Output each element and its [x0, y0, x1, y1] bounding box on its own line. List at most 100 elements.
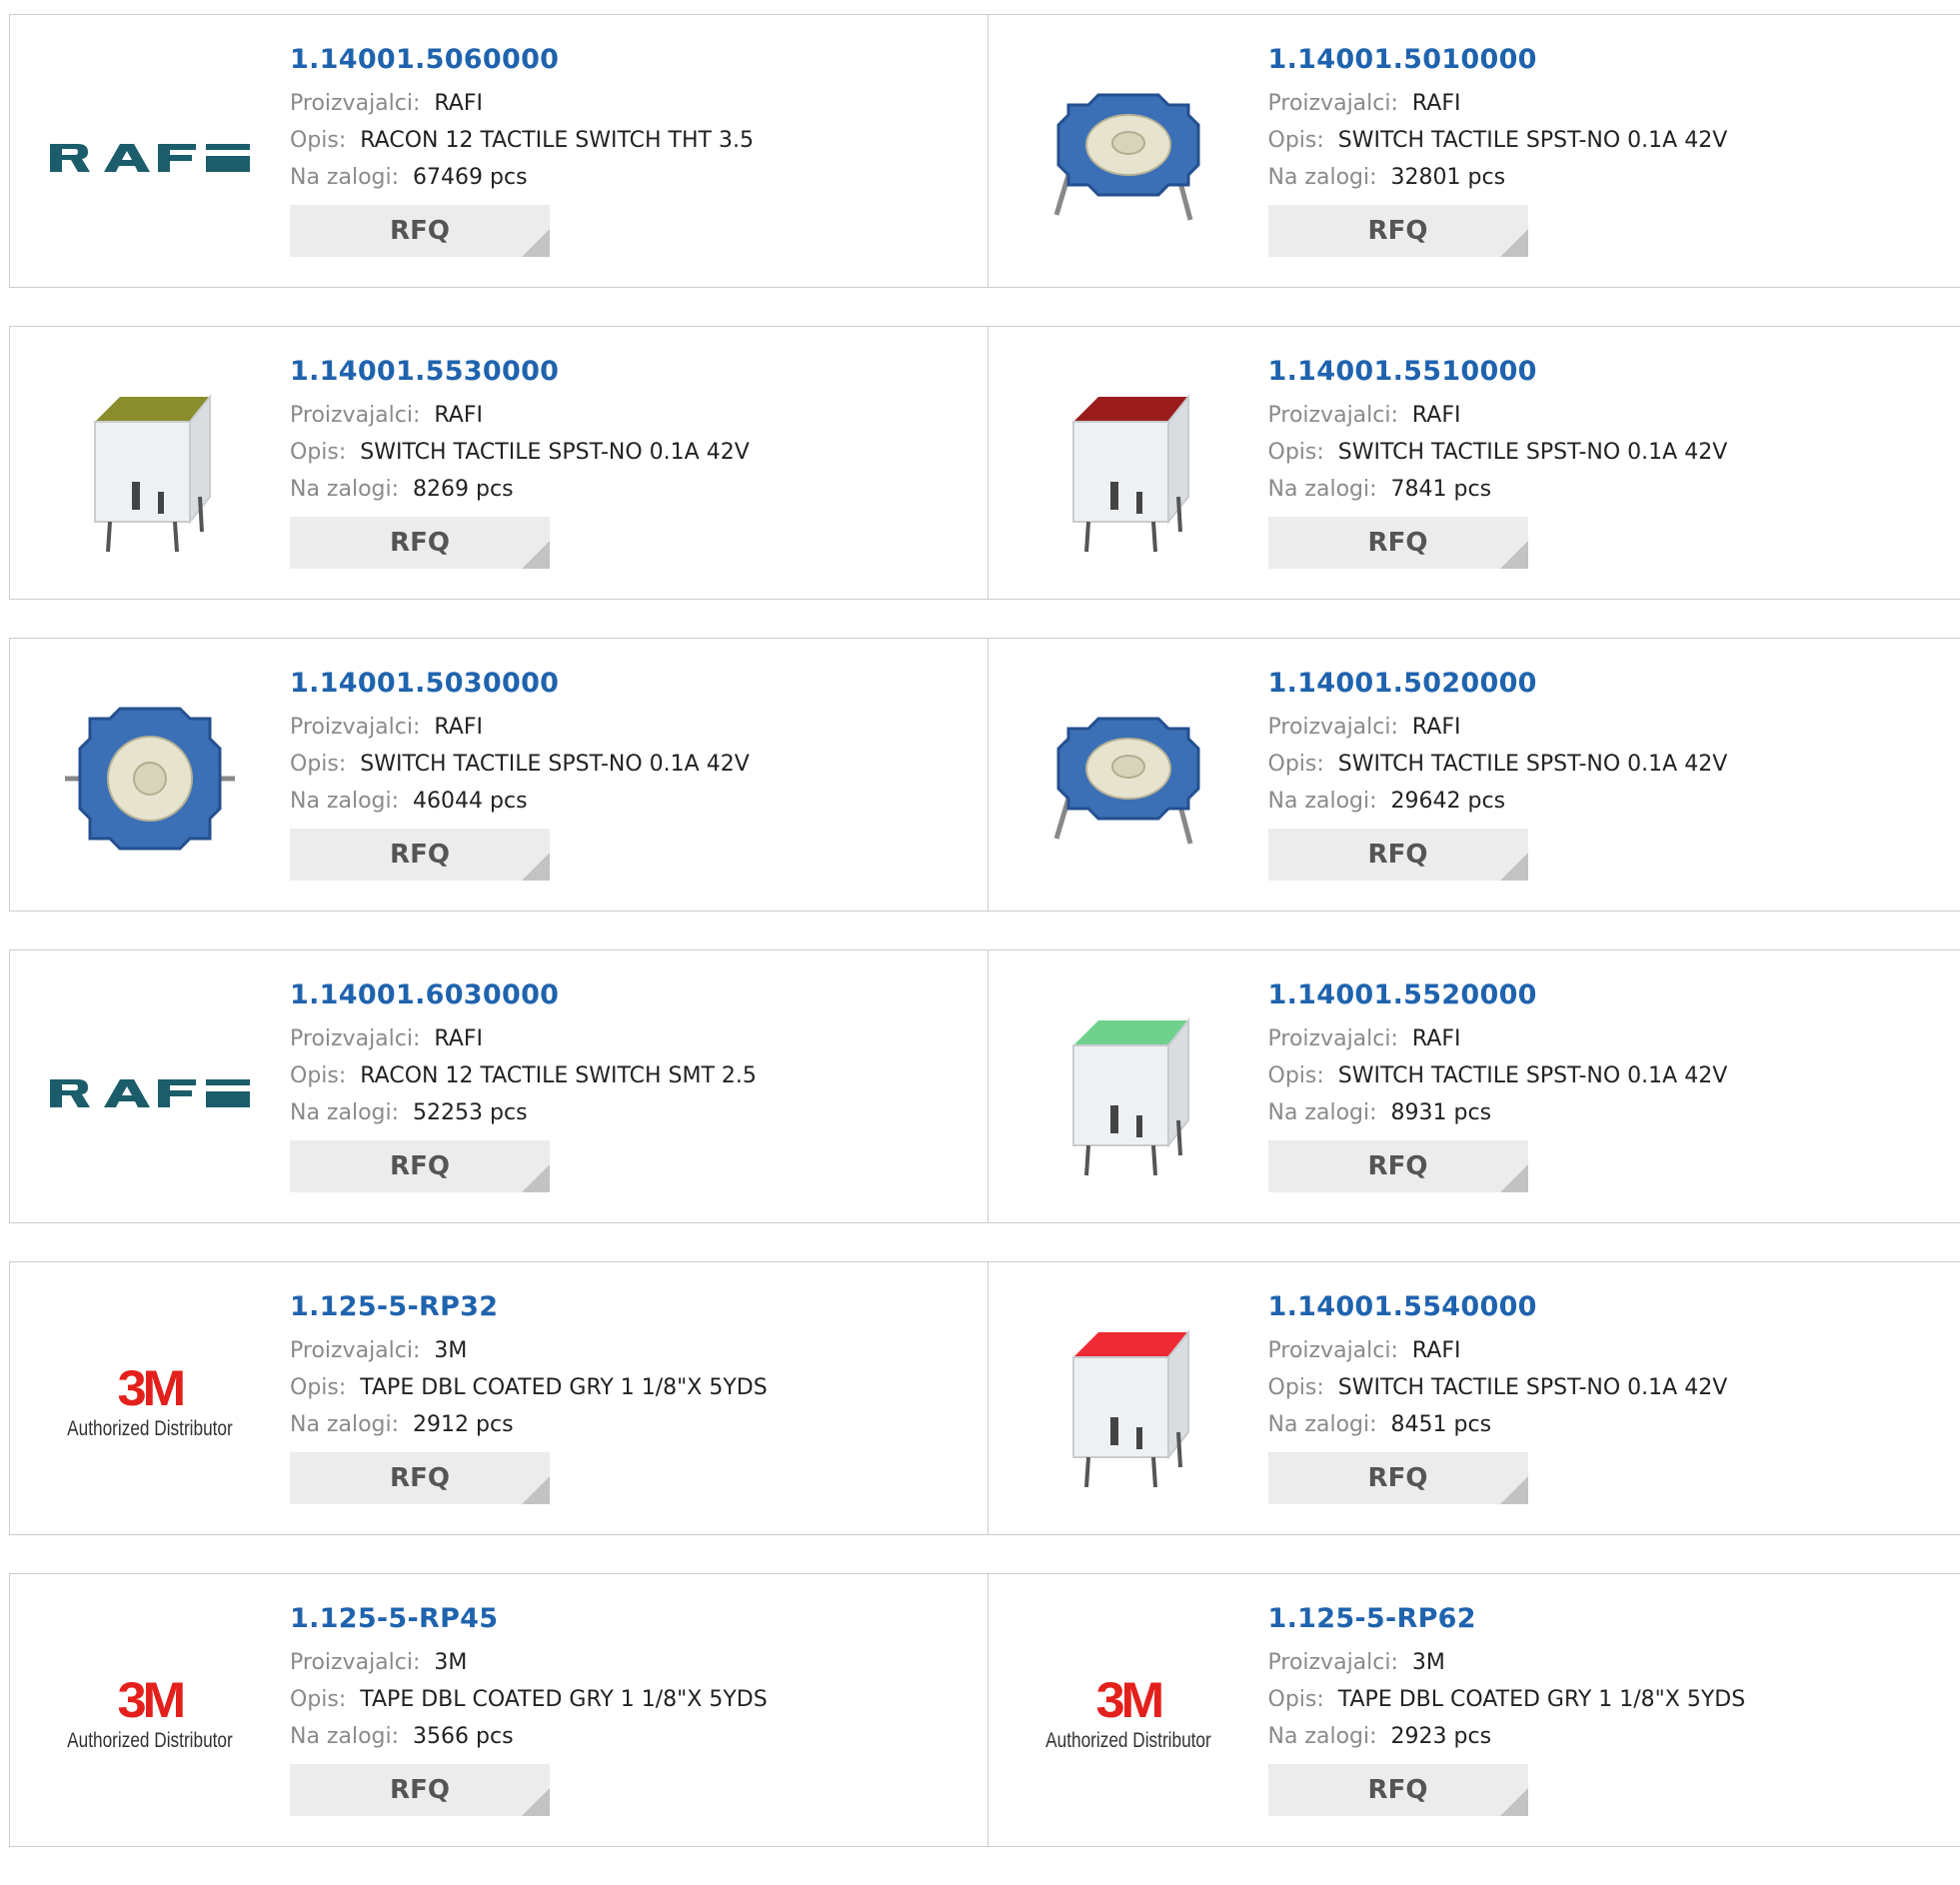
rfq-button[interactable]: RFQ — [1268, 1764, 1528, 1816]
rfq-button-label: RFQ — [390, 1151, 450, 1181]
part-number-link[interactable]: 1.14001.5530000 — [290, 355, 750, 389]
stock: Na zalogi:46044 pcs — [290, 783, 750, 820]
part-number-link[interactable]: 1.14001.6030000 — [290, 978, 757, 1012]
part-number-link[interactable]: 1.14001.5510000 — [1268, 355, 1728, 389]
rfq-button[interactable]: RFQ — [290, 829, 550, 881]
product-info: 1.125-5-RP62Proizvajalci:3MOpis:TAPE DBL… — [1268, 1602, 1746, 1816]
product-image[interactable]: 3MAuthorized Distributor — [50, 1614, 250, 1814]
description: Opis:TAPE DBL COATED GRY 1 1/8"X 5YDS — [290, 1369, 768, 1406]
stock-label: Na zalogi: — [290, 477, 399, 502]
corner-triangle-icon — [1500, 229, 1528, 257]
description-value: SWITCH TACTILE SPST-NO 0.1A 42V — [1338, 1375, 1727, 1400]
product-image[interactable] — [1028, 55, 1228, 255]
part-number-link[interactable]: 1.14001.5010000 — [1268, 43, 1728, 77]
manufacturer: Proizvajalci:RAFI — [1268, 397, 1728, 434]
description-value: SWITCH TACTILE SPST-NO 0.1A 42V — [1338, 752, 1727, 777]
product-row: 1.14001.5030000 Proizvajalci:RAFI Opis: SWI… — [9, 638, 1960, 912]
description-value: SWITCH TACTILE SPST-NO 0.1A 42V — [1338, 1063, 1727, 1088]
rfq-button-label: RFQ — [1368, 216, 1428, 246]
product-image[interactable] — [50, 367, 250, 567]
product-image[interactable] — [50, 679, 250, 879]
manufacturer: Proizvajalci:RAFI — [290, 397, 750, 434]
manufacturer-label: Proizvajalci: — [290, 1026, 420, 1051]
part-number-link[interactable]: 1.125-5-RP32 — [290, 1290, 768, 1324]
rfq-button[interactable]: RFQ — [290, 517, 550, 569]
stock-value: 2912 pcs — [413, 1412, 514, 1437]
white-switch-red-cap-photo — [1028, 367, 1228, 567]
product-card: 3MAuthorized Distributor1.125-5-RP62Proi… — [987, 1574, 1960, 1846]
product-info: 1.14001.5510000 Proizvajalci:RAFIOpis:SWI… — [1268, 355, 1728, 569]
part-number-link[interactable]: 1.14001.5020000 — [1268, 667, 1728, 701]
corner-triangle-icon — [522, 1164, 550, 1192]
manufacturer-label: Proizvajalci: — [290, 1338, 420, 1363]
description-label: Opis: — [290, 752, 346, 777]
product-info: 1.14001.5530000Proizvajalci:RAFIOpis:SWI… — [290, 355, 750, 569]
corner-triangle-icon — [1500, 541, 1528, 569]
manufacturer: Proizvajalci:3M — [290, 1332, 768, 1369]
description-value: SWITCH TACTILE SPST-NO 0.1A 42V — [1338, 128, 1727, 153]
stock: Na zalogi:8269 pcs — [290, 471, 750, 508]
manufacturer-value: RAFI — [1412, 403, 1461, 428]
stock: Na zalogi:32801 pcs — [1268, 159, 1728, 196]
3m-logo-caption: Authorized Distributor — [1045, 1729, 1211, 1753]
product-info: 1.14001.6030000Proizvajalci:RAFIOpis:RAC… — [290, 978, 757, 1192]
product-row: 3MAuthorized Distributor1.125-5-RP45Proi… — [9, 1573, 1960, 1847]
manufacturer-label: Proizvajalci: — [1268, 91, 1398, 116]
manufacturer: Proizvajalci:RAFI — [1268, 709, 1728, 746]
part-number-link[interactable]: 1.14001.5030000 — [290, 667, 750, 701]
description: Opis:SWITCH TACTILE SPST-NO 0.1A 42V — [1268, 122, 1728, 159]
stock-label: Na zalogi: — [1268, 789, 1377, 814]
product-image[interactable] — [50, 990, 250, 1190]
stock: Na zalogi:52253 pcs — [290, 1094, 757, 1131]
description-label: Opis: — [290, 1687, 346, 1712]
rfq-button[interactable]: RFQ — [290, 1452, 550, 1504]
manufacturer-label: Proizvajalci: — [290, 715, 420, 740]
3m-logo-caption: Authorized Distributor — [67, 1729, 233, 1753]
rfq-button[interactable]: RFQ — [1268, 829, 1528, 881]
part-number-link[interactable]: 1.14001.5540000 — [1268, 1290, 1728, 1324]
rfq-button[interactable]: RFQ — [1268, 1452, 1528, 1504]
manufacturer-label: Proizvajalci: — [1268, 715, 1398, 740]
manufacturer-label: Proizvajalci: — [1268, 1650, 1398, 1675]
description-label: Opis: — [1268, 440, 1324, 465]
product-card: 1.14001.5520000Proizvajalci:RAFIOpis:SWI… — [987, 950, 1960, 1222]
white-switch-olive-cap-photo — [50, 367, 250, 567]
stock-value: 8931 pcs — [1391, 1100, 1492, 1125]
product-image[interactable]: 3MAuthorized Distributor — [50, 1302, 250, 1502]
part-number-link[interactable]: 1.14001.5060000 — [290, 43, 754, 77]
manufacturer-value: 3M — [1412, 1650, 1445, 1675]
product-image[interactable] — [1028, 367, 1228, 567]
rfq-button[interactable]: RFQ — [1268, 517, 1528, 569]
rfq-button[interactable]: RFQ — [290, 205, 550, 257]
manufacturer-label: Proizvajalci: — [290, 1650, 420, 1675]
rfq-button[interactable]: RFQ — [1268, 205, 1528, 257]
product-image[interactable]: 3MAuthorized Distributor — [1028, 1614, 1228, 1814]
corner-triangle-icon — [522, 1788, 550, 1816]
manufacturer: Proizvajalci:RAFI — [1268, 85, 1728, 122]
description-value: SWITCH TACTILE SPST-NO 0.1A 42V — [360, 440, 749, 465]
rfq-button-label: RFQ — [1368, 1151, 1428, 1181]
stock-value: 29642 pcs — [1391, 789, 1506, 814]
stock: Na zalogi:67469 pcs — [290, 159, 754, 196]
rfq-button[interactable]: RFQ — [1268, 1140, 1528, 1192]
3m-authorized-distributor-logo: 3MAuthorized Distributor — [50, 1363, 250, 1441]
part-number-link[interactable]: 1.125-5-RP62 — [1268, 1602, 1746, 1636]
rfq-button[interactable]: RFQ — [290, 1140, 550, 1192]
rfq-button-label: RFQ — [1368, 1775, 1428, 1805]
stock: Na zalogi:3566 pcs — [290, 1718, 768, 1755]
description-label: Opis: — [1268, 1063, 1324, 1088]
product-image[interactable] — [1028, 1302, 1228, 1502]
description: Opis:SWITCH TACTILE SPST-NO 0.1A 42V — [1268, 434, 1728, 471]
product-image[interactable] — [50, 55, 250, 255]
part-number-link[interactable]: 1.14001.5520000 — [1268, 978, 1728, 1012]
blue-tactile-switch-side-photo — [1028, 55, 1228, 255]
product-image[interactable] — [1028, 990, 1228, 1190]
product-info: 1.14001.5540000Proizvajalci:RAFIOpis:SWI… — [1268, 1290, 1728, 1504]
part-number-link[interactable]: 1.125-5-RP45 — [290, 1602, 768, 1636]
description-label: Opis: — [1268, 1375, 1324, 1400]
stock-label: Na zalogi: — [1268, 477, 1377, 502]
rfq-button[interactable]: RFQ — [290, 1764, 550, 1816]
stock-value: 67469 pcs — [413, 165, 528, 190]
manufacturer: Proizvajalci:RAFI — [290, 709, 750, 746]
product-image[interactable] — [1028, 679, 1228, 879]
